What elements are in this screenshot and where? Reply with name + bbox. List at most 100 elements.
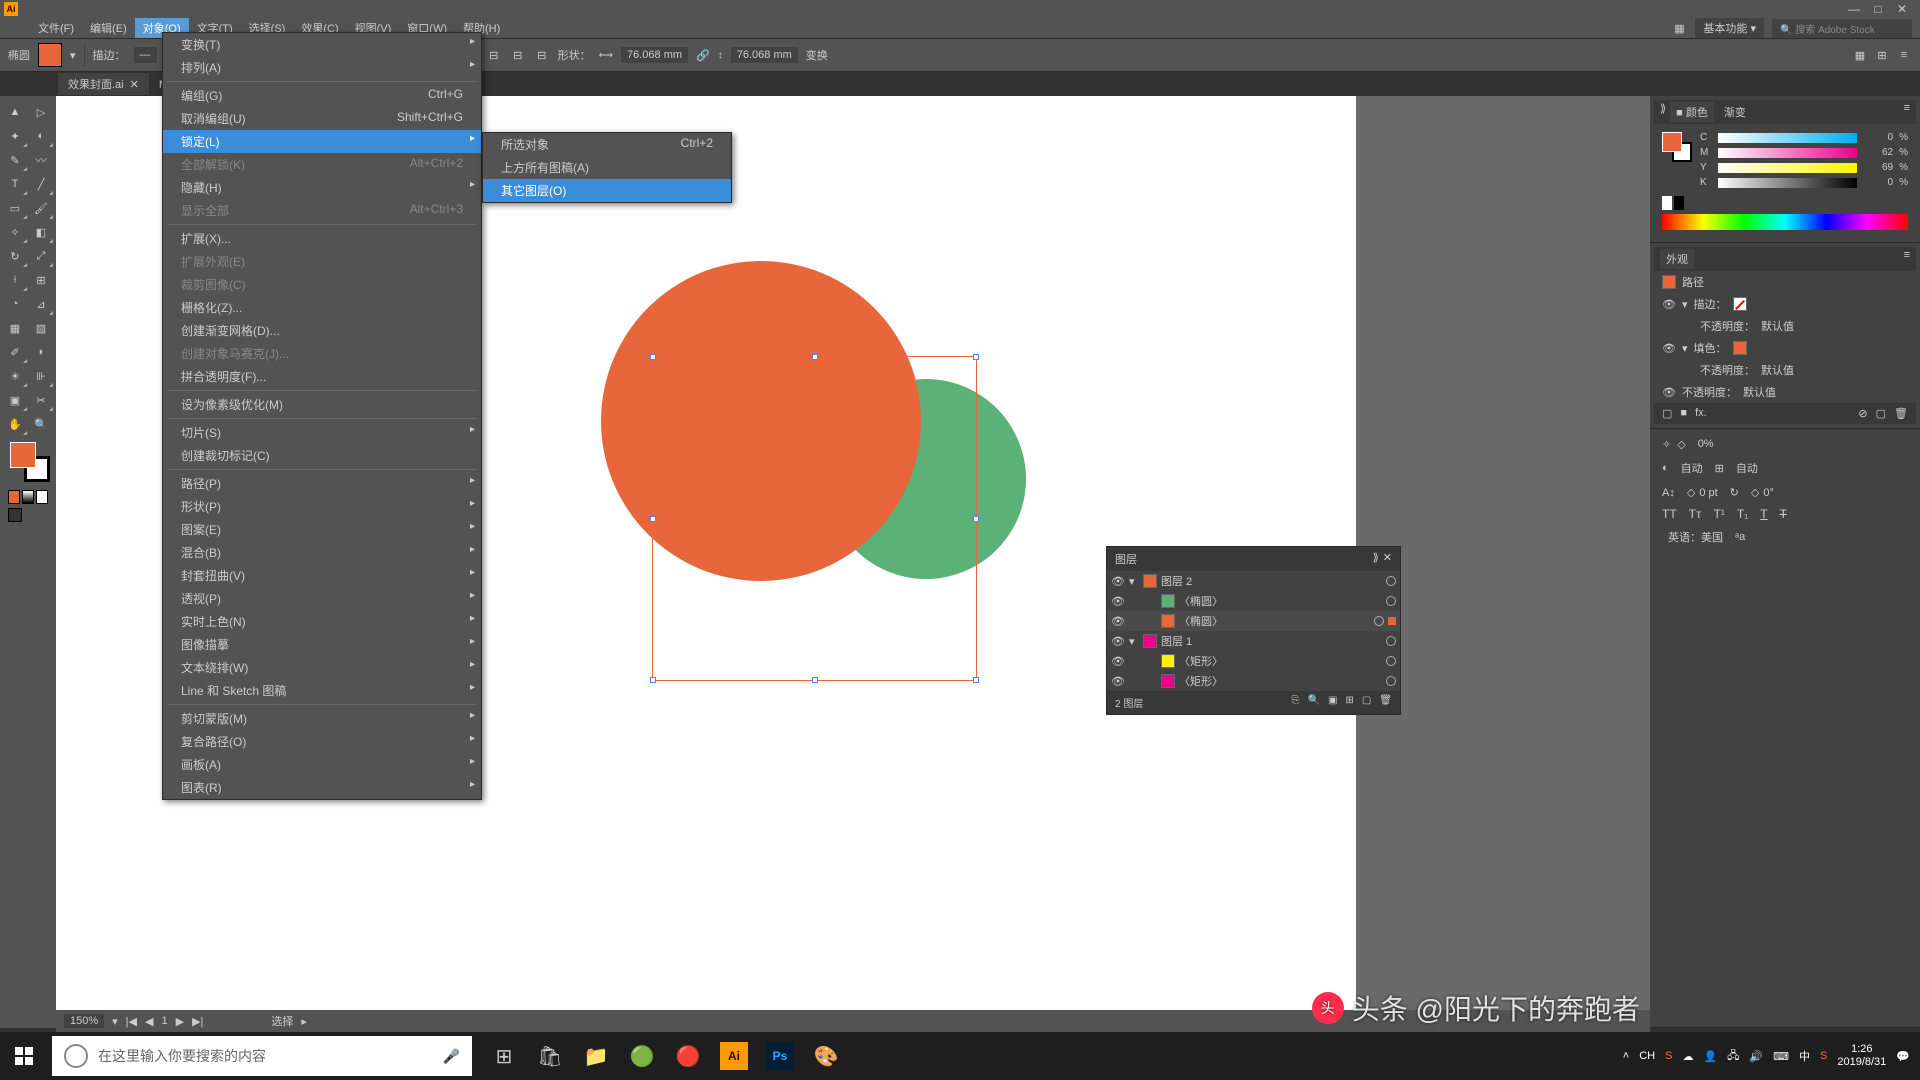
- antialias-dropdown[interactable]: [1751, 535, 1811, 539]
- menubar-icon[interactable]: ▦: [1671, 20, 1687, 36]
- menu-entry[interactable]: 图表(R): [163, 776, 481, 799]
- arrange-icon[interactable]: ▦: [1852, 47, 1868, 63]
- menu-entry[interactable]: 取消编组(U)Shift+Ctrl+G: [163, 107, 481, 130]
- lasso-tool[interactable]: ◐: [28, 124, 54, 148]
- lang-dropdown[interactable]: 英语：美国: [1662, 527, 1729, 547]
- color-mode-gradient[interactable]: [22, 490, 34, 504]
- artboard-tool[interactable]: ▣: [2, 388, 28, 412]
- panel-collapse-icon[interactable]: ⟫: [1373, 551, 1379, 567]
- width-input[interactable]: 76.068 mm: [621, 47, 688, 63]
- layer-row[interactable]: 👁〈矩形〉: [1107, 651, 1400, 671]
- perspective-tool[interactable]: ⊿: [28, 292, 54, 316]
- eraser-tool[interactable]: ◧: [28, 220, 54, 244]
- task-view-icon[interactable]: ⊞: [484, 1036, 524, 1076]
- menu-entry[interactable]: 图像描摹: [163, 633, 481, 656]
- visibility-icon[interactable]: 👁: [1111, 655, 1125, 668]
- illustrator-taskbar-icon[interactable]: Ai: [720, 1042, 748, 1070]
- type-tool[interactable]: T: [2, 172, 28, 196]
- underline-icon[interactable]: T: [1760, 507, 1767, 521]
- zoom-tool[interactable]: 🔍: [28, 412, 54, 436]
- menu-entry[interactable]: 剪切蒙版(M): [163, 707, 481, 730]
- gradient-tab[interactable]: 渐变: [1718, 102, 1752, 122]
- tray-keyboard-icon[interactable]: ⌨: [1773, 1050, 1789, 1063]
- menu-entry[interactable]: 拼合透明度(F)...: [163, 365, 481, 388]
- document-tab[interactable]: 效果封面.ai ✕: [58, 73, 149, 95]
- direct-selection-tool[interactable]: ▷: [28, 100, 54, 124]
- menu-entry[interactable]: 锁定(L): [163, 130, 481, 153]
- menu-entry[interactable]: 排列(A): [163, 56, 481, 79]
- submenu-entry[interactable]: 其它图层(O): [483, 179, 731, 202]
- find-layer-icon[interactable]: 🔍: [1308, 695, 1320, 710]
- visibility-icon[interactable]: 👁: [1111, 575, 1125, 588]
- scale-tool[interactable]: ⤢: [28, 244, 54, 268]
- mesh-tool[interactable]: ▦: [2, 316, 28, 340]
- new-sublayer-icon[interactable]: ⊞: [1345, 695, 1353, 710]
- mic-icon[interactable]: 🎤: [443, 1048, 460, 1065]
- menu-entry[interactable]: 路径(P): [163, 472, 481, 495]
- line-tool[interactable]: ╱: [28, 172, 54, 196]
- music-icon[interactable]: 🔴: [668, 1036, 708, 1076]
- target-icon[interactable]: [1386, 596, 1396, 606]
- windows-search[interactable]: 在这里输入你要搜索的内容 🎤: [52, 1036, 472, 1076]
- target-icon[interactable]: [1386, 676, 1396, 686]
- add-effect-icon[interactable]: fx.: [1695, 407, 1707, 420]
- menu-entry[interactable]: 文本绕排(W): [163, 656, 481, 679]
- layer-row[interactable]: 👁▾图层 2: [1107, 571, 1400, 591]
- color-spectrum[interactable]: [1662, 214, 1908, 230]
- nav-last-icon[interactable]: ▶|: [192, 1015, 203, 1028]
- menu-entry[interactable]: 变换(T): [163, 33, 481, 56]
- add-stroke-icon[interactable]: ▢: [1662, 407, 1672, 420]
- menu-entry[interactable]: 混合(B): [163, 541, 481, 564]
- menu-entry[interactable]: 形状(P): [163, 495, 481, 518]
- rectangle-tool[interactable]: ▭: [2, 196, 28, 220]
- visibility-icon[interactable]: 👁: [1111, 675, 1125, 688]
- explorer-icon[interactable]: 📁: [576, 1036, 616, 1076]
- y-slider[interactable]: [1718, 163, 1857, 173]
- clear-icon[interactable]: ⊘: [1858, 407, 1867, 420]
- tray-up-icon[interactable]: ˄: [1623, 1050, 1629, 1062]
- visibility-icon[interactable]: 👁: [1662, 386, 1676, 399]
- menu-item[interactable]: 文件(F): [30, 18, 82, 38]
- tray-sogou-icon[interactable]: S: [1665, 1050, 1672, 1062]
- menu-entry[interactable]: 封套扭曲(V): [163, 564, 481, 587]
- nav-first-icon[interactable]: |◀: [126, 1015, 137, 1028]
- tray-people-icon[interactable]: 👤: [1703, 1050, 1717, 1063]
- submenu-entry[interactable]: 上方所有图稿(A): [483, 156, 731, 179]
- nav-prev-icon[interactable]: ◀: [145, 1015, 153, 1028]
- visibility-icon[interactable]: 👁: [1111, 615, 1125, 628]
- symbol-tool[interactable]: ☀: [2, 364, 28, 388]
- slice-tool[interactable]: ✂: [28, 388, 54, 412]
- width-tool[interactable]: ⟊: [2, 268, 28, 292]
- align-icon-4[interactable]: ⊟: [486, 47, 502, 63]
- magic-wand-tool[interactable]: ✦: [2, 124, 28, 148]
- tray-notifications-icon[interactable]: 💬: [1896, 1050, 1910, 1063]
- shape-builder-tool[interactable]: ◔: [2, 292, 28, 316]
- panel-menu-icon[interactable]: ≡: [1904, 102, 1910, 122]
- tray-network-icon[interactable]: 🖧: [1727, 1047, 1739, 1066]
- duplicate-icon[interactable]: ▢: [1876, 407, 1886, 420]
- free-transform-tool[interactable]: ⊞: [28, 268, 54, 292]
- submenu-entry[interactable]: 所选对象Ctrl+2: [483, 133, 731, 156]
- brush-tool[interactable]: 🖌: [28, 196, 54, 220]
- panel-menu-icon[interactable]: ≡: [1904, 249, 1910, 269]
- layer-row[interactable]: 👁〈椭圆〉: [1107, 591, 1400, 611]
- target-icon[interactable]: [1374, 616, 1384, 626]
- tray-volume-icon[interactable]: 🔊: [1749, 1050, 1763, 1063]
- fill-swatch[interactable]: [38, 43, 62, 67]
- add-fill-icon[interactable]: ■: [1680, 407, 1687, 420]
- menu-item[interactable]: 编辑(E): [82, 18, 135, 38]
- menu-entry[interactable]: 设为像素级优化(M): [163, 393, 481, 416]
- menu-icon[interactable]: ≡: [1896, 47, 1912, 63]
- c-slider[interactable]: [1718, 133, 1857, 143]
- menu-entry[interactable]: 创建渐变网格(D)...: [163, 319, 481, 342]
- blend-tool[interactable]: ◗: [28, 340, 54, 364]
- subscript-icon[interactable]: T₁: [1737, 507, 1748, 521]
- panel-collapse-icon[interactable]: ⟫: [1660, 102, 1666, 122]
- visibility-icon[interactable]: 👁: [1662, 342, 1676, 355]
- hand-tool[interactable]: ✋: [2, 412, 28, 436]
- store-icon[interactable]: 🛍: [530, 1036, 570, 1076]
- delete-layer-icon[interactable]: 🗑: [1379, 695, 1392, 710]
- screen-mode-icon[interactable]: [8, 508, 22, 522]
- menu-entry[interactable]: 画板(A): [163, 753, 481, 776]
- stock-search[interactable]: 🔍 搜索 Adobe Stock: [1772, 19, 1912, 38]
